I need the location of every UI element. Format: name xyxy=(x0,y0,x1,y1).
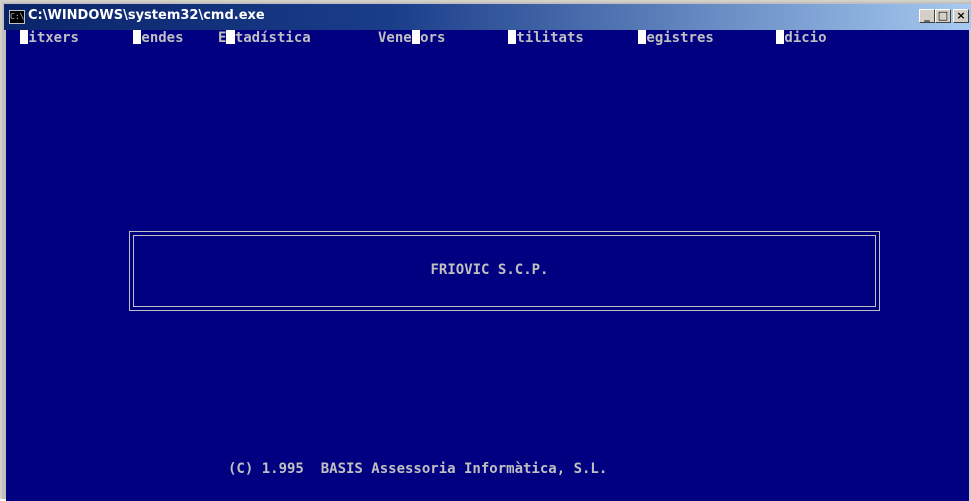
menu-item-prefix: Vene xyxy=(378,30,412,46)
menu-item-venedors[interactable]: Vene ors xyxy=(378,30,445,46)
menu-item-label: tilitats xyxy=(516,30,584,46)
window-title: C:\WINDOWS\system32\cmd.exe xyxy=(28,8,265,23)
cmd-icon[interactable]: C:\ xyxy=(9,10,25,24)
menu-item-label: ors xyxy=(420,30,446,46)
menu-item-utilitats[interactable]: tilitats xyxy=(508,30,584,46)
console-window: C:\ C:\WINDOWS\system32\cmd.exe _ □ × it… xyxy=(0,0,971,501)
menu-item-edicio[interactable]: dicio xyxy=(776,30,827,46)
close-button[interactable]: × xyxy=(953,9,969,23)
title-bar[interactable]: C:\ C:\WINDOWS\system32\cmd.exe _ □ × xyxy=(4,4,971,30)
company-name: FRIOVIC S.C.P. xyxy=(430,262,549,278)
menu-item-label: endes xyxy=(141,30,184,46)
menu-item-prefix: E xyxy=(218,30,227,46)
menu-item-label: dicio xyxy=(784,30,827,46)
maximize-button[interactable]: □ xyxy=(935,9,951,23)
menu-item-vendes[interactable]: endes xyxy=(133,30,184,46)
console-area[interactable]: itxers endes Etadística Vene ors tilitats… xyxy=(6,30,971,501)
menu-item-estadistica[interactable]: Etadística xyxy=(218,30,311,46)
copyright-text: (C) 1.995 BASIS Assessoria Informàtica, … xyxy=(228,461,608,477)
menu-item-label: egistres xyxy=(646,30,714,46)
menu-hotkey xyxy=(226,30,235,44)
menu-item-label: tadística xyxy=(234,30,311,46)
menu-hotkey xyxy=(411,30,421,44)
menu-item-fitxers[interactable]: itxers xyxy=(20,30,79,46)
menu-bar: itxers endes Etadística Vene ors tilitats… xyxy=(6,30,971,46)
minimize-button[interactable]: _ xyxy=(919,9,935,23)
menu-item-registres[interactable]: egistres xyxy=(638,30,714,46)
menu-item-label: itxers xyxy=(28,30,79,46)
